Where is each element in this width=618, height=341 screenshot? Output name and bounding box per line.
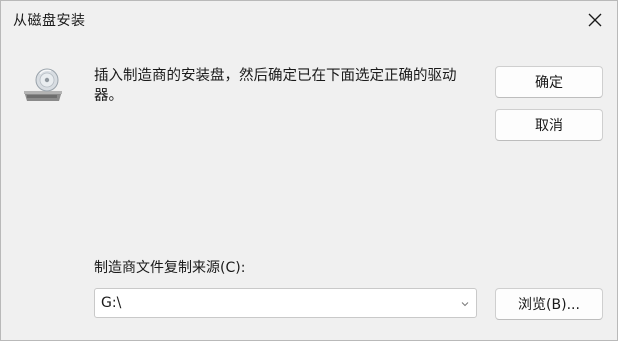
source-path-combobox[interactable]: G:\ bbox=[94, 288, 477, 318]
browse-button[interactable]: 浏览(B)... bbox=[495, 288, 603, 320]
chevron-down-icon[interactable] bbox=[461, 300, 469, 308]
title-bar: 从磁盘安装 bbox=[1, 1, 617, 39]
disk-drive-icon bbox=[21, 67, 65, 105]
close-icon bbox=[588, 13, 602, 27]
source-path-label: 制造商文件复制来源(C): bbox=[94, 260, 246, 276]
source-path-value: G:\ bbox=[101, 295, 122, 311]
instruction-message: 插入制造商的安装盘，然后确定已在下面选定正确的驱动器。 bbox=[94, 68, 457, 104]
ok-button[interactable]: 确定 bbox=[495, 66, 603, 98]
install-from-disk-dialog: 从磁盘安装 插入制造商的安装盘，然后确定已在下面选定正确的驱动器。 确定 取消 … bbox=[0, 0, 618, 341]
window-title: 从磁盘安装 bbox=[13, 13, 86, 29]
cancel-button[interactable]: 取消 bbox=[495, 109, 603, 141]
close-button[interactable] bbox=[581, 6, 609, 34]
